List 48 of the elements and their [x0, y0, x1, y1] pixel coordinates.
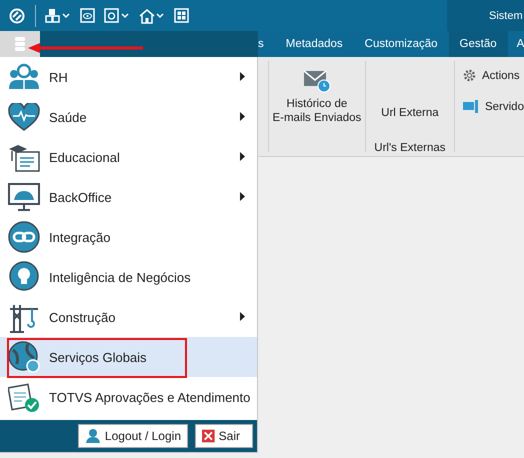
menu-item-label: TOTVS Aprovações e Atendimento	[49, 390, 250, 404]
gear-icon	[462, 69, 476, 82]
menu-item-label: BackOffice	[49, 190, 112, 204]
ribbon-button[interactable]: Actions	[462, 69, 524, 82]
menu-item-label: Integração	[49, 230, 110, 244]
ribbon-button[interactable]: Servido	[462, 100, 524, 113]
menu-item[interactable]: BackOffice	[0, 177, 257, 217]
logout-button[interactable]: Logout / Login	[78, 424, 188, 448]
envelope-clock-icon	[302, 69, 331, 93]
exit-button[interactable]: Sair	[195, 424, 253, 448]
menu-item[interactable]: Saúde	[0, 97, 257, 137]
approval-icon	[8, 381, 40, 413]
diploma-icon	[8, 142, 40, 172]
menu-item[interactable]: Integração	[0, 217, 257, 257]
menu-icon	[14, 36, 26, 52]
user-icon	[84, 428, 101, 444]
ribbon-tab[interactable]: s	[255, 31, 275, 57]
blocks-icon[interactable]	[45, 8, 71, 24]
menu-item[interactable]: TOTVS Aprovações e Atendimento	[0, 377, 257, 417]
grid-icon[interactable]	[174, 8, 189, 23]
link-icon	[8, 221, 40, 253]
ribbon-button[interactable]: Histórico de E-mails Enviados	[268, 57, 365, 156]
menu-item-label: Educacional	[49, 150, 120, 164]
group-label: Url's Externas	[374, 142, 446, 154]
menu-item-label: Serviços Globais	[49, 350, 147, 364]
menu-item[interactable]: Construção	[0, 297, 257, 337]
menu-item-label: RH	[49, 70, 68, 84]
menu-item[interactable]: Educacional	[0, 137, 257, 177]
home-icon[interactable]	[139, 8, 165, 24]
ribbon-tab[interactable]: Metadados	[274, 31, 354, 57]
window-title: Sistem	[447, 0, 524, 31]
menu-item-label: Inteligência de Negócios	[49, 270, 191, 284]
ribbon-button[interactable]: Url Externa	[381, 107, 439, 119]
menu-item-label: Saúde	[49, 110, 87, 124]
eye-icon[interactable]	[80, 8, 95, 23]
people-icon	[8, 63, 40, 91]
menu-item[interactable]: RH	[0, 57, 257, 97]
close-icon	[202, 429, 215, 443]
ribbon-tab[interactable]: A	[508, 31, 524, 57]
ribbon-tab[interactable]: Gestão	[448, 31, 508, 57]
heart-icon	[8, 103, 40, 131]
logo-icon[interactable]	[9, 8, 25, 24]
globe-icon	[8, 341, 40, 373]
ribbon-tab[interactable]: Customização	[354, 31, 449, 57]
menu-button[interactable]	[0, 31, 40, 57]
menu-item-label: Construção	[49, 310, 116, 324]
menu-item[interactable]: Serviços Globais	[0, 337, 257, 377]
menu-item[interactable]: Inteligência de Negócios	[0, 257, 257, 297]
